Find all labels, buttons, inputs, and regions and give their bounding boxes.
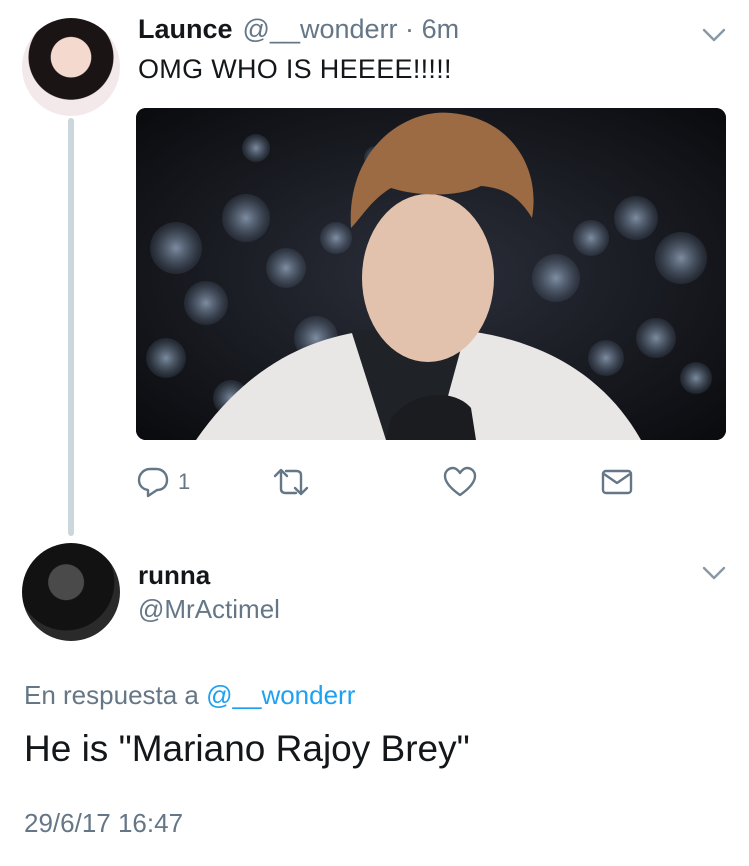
in-reply-to-line: En respuesta a @__wonderr [24,680,355,711]
in-reply-to-prefix: En respuesta a [24,680,199,710]
like-button[interactable] [442,462,478,502]
tweet-text: He is "Mariano Rajoy Brey" [24,728,470,769]
direct-message-button[interactable] [600,462,634,502]
author-handle-line: @__wonderr · 6m [243,14,460,45]
tweet-actions: 1 [136,462,636,502]
envelope-icon [601,469,633,495]
avatar[interactable] [22,543,120,641]
in-reply-to-mention[interactable]: @__wonderr [206,680,355,710]
tweet-timestamp[interactable]: 29/6/17 16:47 [24,808,183,839]
reply-bubble-icon [137,467,169,498]
thread-connector-line [68,118,74,536]
author-name[interactable]: runna [138,560,210,591]
tweet-media-photo[interactable] [136,108,726,440]
reply-count: 1 [178,469,191,494]
tweet-header: Launce @__wonderr · 6m [138,14,459,48]
chevron-down-icon[interactable] [701,22,727,48]
avatar[interactable] [22,18,120,116]
meta-separator: · [405,14,415,44]
retweet-icon [273,468,309,496]
author-handle[interactable]: @__wonderr [243,14,398,44]
tweet-age[interactable]: 6m [422,14,460,44]
author-handle[interactable]: @MrActimel [138,594,280,625]
retweet-button[interactable] [271,462,311,502]
heart-icon [443,466,477,497]
author-name[interactable]: Launce [138,14,233,45]
tweet-text: OMG WHO IS HEEEE!!!!! [138,54,452,84]
reply-button[interactable]: 1 [136,462,190,502]
chevron-down-icon[interactable] [701,560,727,586]
photo-illustration [136,108,726,440]
